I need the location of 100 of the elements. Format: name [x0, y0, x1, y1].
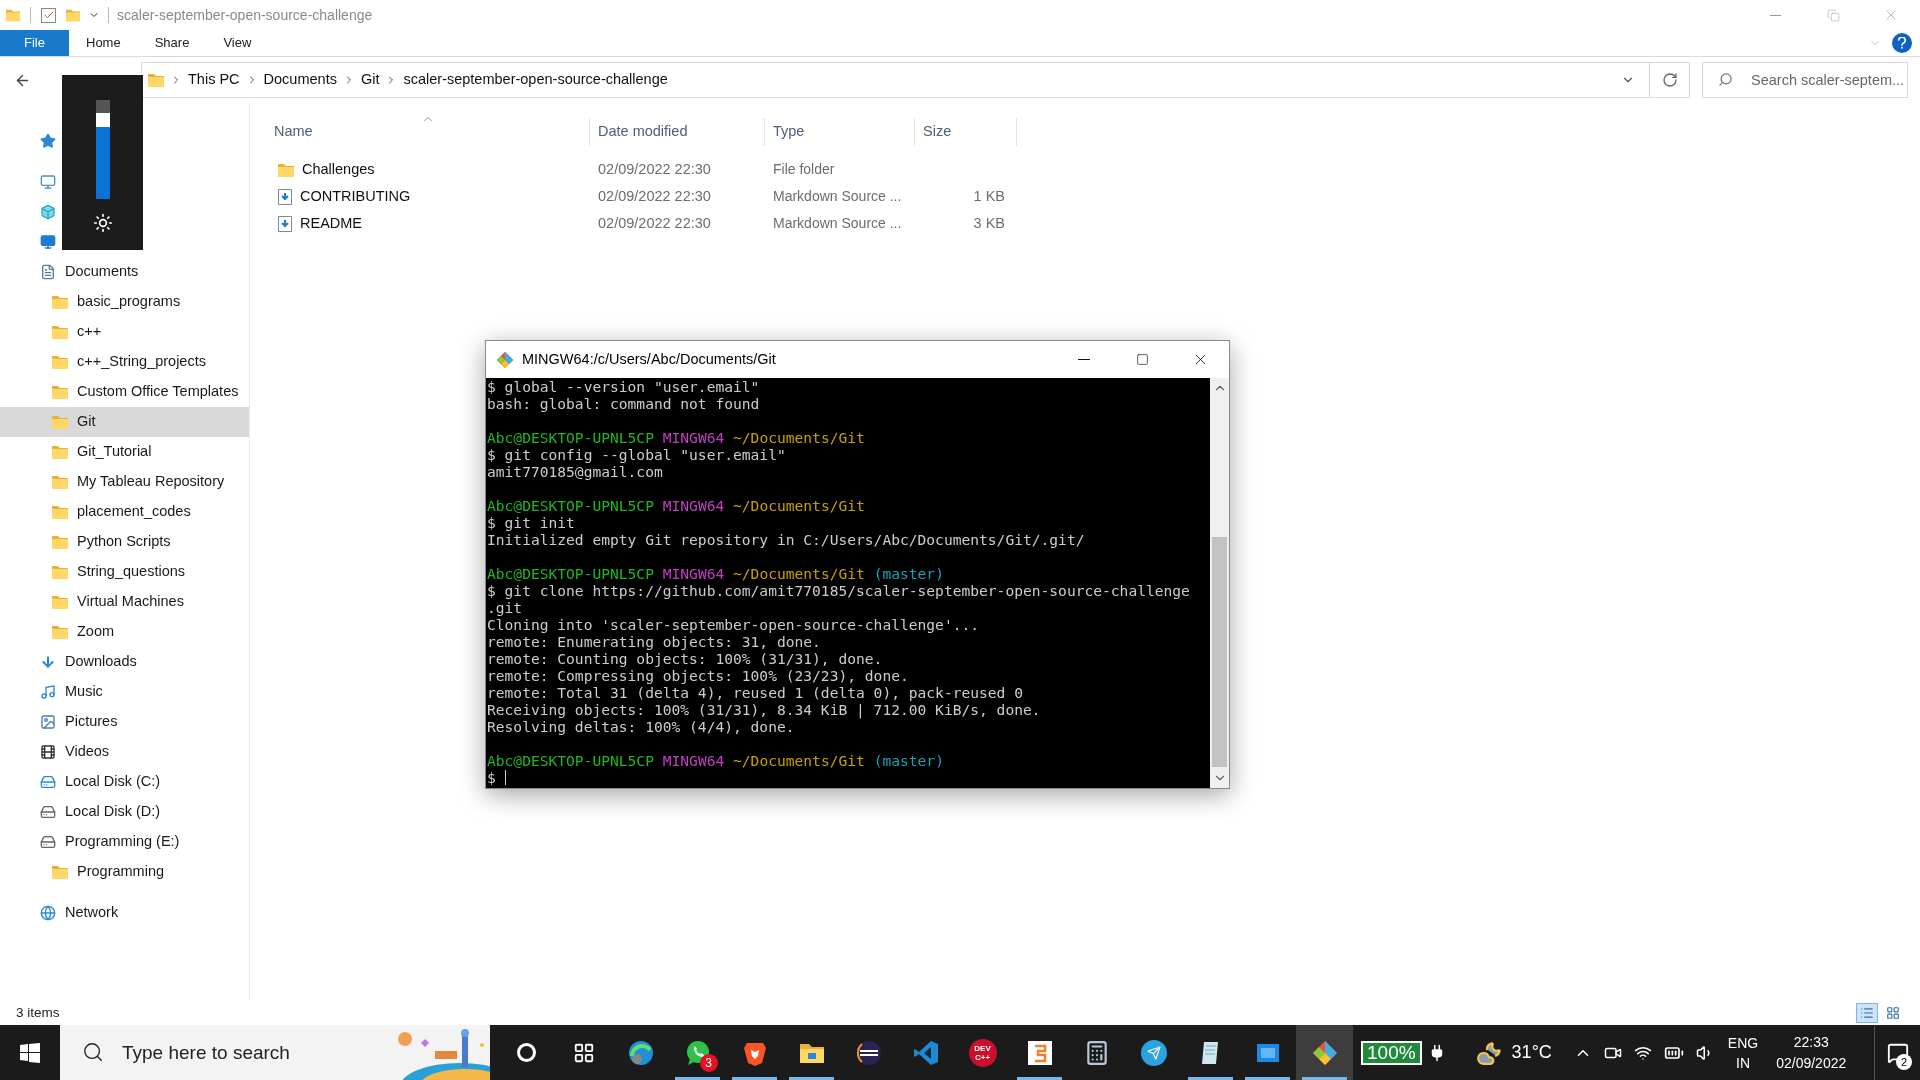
notifications-icon[interactable]	[1886, 1041, 1909, 1064]
terminal-line: Resolving deltas: 100% (4/4), done.	[487, 718, 795, 735]
window-title: MINGW64:/c/Users/Abc/Documents/Git	[522, 349, 776, 369]
prompt-line: Abc@DESKTOP-UPNL5CP MINGW64 ~/Documents/Git (master)	[487, 752, 944, 769]
folder-icon	[52, 385, 68, 399]
sidebar-item[interactable]: Programming	[0, 857, 249, 887]
ribbon-tab[interactable]: Share	[137, 30, 207, 56]
folder-icon	[6, 8, 20, 22]
star-icon	[40, 133, 56, 149]
taskbar-search-field[interactable]: Type here to search	[60, 1025, 490, 1080]
prompt-symbol: $	[487, 769, 496, 786]
sidebar-item[interactable]: placement_codes	[0, 497, 249, 527]
notification-count: 2	[1896, 1054, 1912, 1070]
browser-icon	[627, 1039, 654, 1066]
terminal-line: Initialized empty Git repository in C:/Users/Abc/Documents/Git/.git/	[487, 531, 1085, 548]
picture-icon	[40, 714, 56, 730]
date-cell: 02/09/2022 22:30	[598, 160, 711, 177]
sidebar-item[interactable]: Git	[0, 407, 249, 437]
window-title: scaler-september-open-source-challenge	[117, 5, 373, 25]
sidebar-item[interactable]: Local Disk (C:)	[0, 767, 249, 797]
terminal-line: $ git config --global "user.email"	[487, 446, 786, 463]
weather-icon[interactable]	[1475, 1039, 1502, 1066]
help-icon[interactable]	[1892, 33, 1912, 53]
size-cell-text: 1 KB	[973, 186, 1005, 206]
folder-icon	[52, 505, 68, 519]
breadcrumb-item[interactable]: Git	[360, 69, 380, 91]
type-cell: Markdown Source ...	[773, 187, 902, 204]
sidebar-item[interactable]: Music	[0, 677, 249, 707]
diamond-logo-icon	[1311, 1039, 1338, 1066]
language-indicator[interactable]: ENG IN	[1727, 1025, 1759, 1080]
properties-icon[interactable]	[41, 7, 56, 23]
sidebar-item[interactable]: c++_String_projects	[0, 347, 249, 377]
folder-icon	[52, 355, 68, 369]
date-cell: 02/09/2022 22:30	[598, 214, 711, 231]
task-view-icon	[572, 1041, 595, 1064]
type-cell: Markdown Source ...	[773, 214, 902, 231]
diamond-logo-icon	[496, 350, 514, 369]
text-cursor	[504, 770, 506, 785]
file-row[interactable]: CONTRIBUTING 02/09/2022 22:30 Markdown Source ... 1 KB	[266, 183, 1017, 210]
folder-icon	[52, 445, 68, 459]
sidebar-item[interactable]: Network	[0, 898, 249, 928]
brightness-slider[interactable]	[95, 100, 110, 199]
breadcrumb-item[interactable]: scaler-september-open-source-challenge	[403, 69, 668, 91]
sidebar-item[interactable]: My Tableau Repository	[0, 467, 249, 497]
drive-icon	[40, 804, 56, 820]
ribbon-tab[interactable]: File	[0, 30, 69, 56]
file-name: CONTRIBUTING	[300, 186, 411, 206]
cube-icon	[40, 204, 56, 220]
ribbon-tab[interactable]: View	[206, 30, 269, 56]
terminal-line: $ global --version "user.email"	[487, 378, 760, 395]
folder-icon	[278, 162, 294, 177]
app-logo: DEV C++	[968, 1038, 997, 1067]
sidebar-item[interactable]: Python Scripts	[0, 527, 249, 557]
folder-icon	[52, 865, 68, 879]
size-cell-text: 3 KB	[973, 213, 1005, 233]
sidebar-item[interactable]: basic_programs	[0, 287, 249, 317]
editor-icon	[1026, 1039, 1053, 1066]
file-row[interactable]: README 02/09/2022 22:30 Markdown Source ... 3 KB	[266, 210, 1017, 237]
temperature[interactable]: 31°C	[1511, 1039, 1552, 1066]
search-field[interactable]: Search scaler-septem...	[1702, 62, 1908, 98]
brightness-icon	[92, 213, 113, 233]
terminal-line: bash: global: command not found	[487, 395, 760, 412]
ribbon-tab[interactable]: Home	[69, 30, 138, 56]
address-bar[interactable]: This PC Documents Git scaler-september-open-source-challenge	[141, 62, 1690, 98]
folder-icon	[52, 475, 68, 489]
drive-icon	[40, 834, 56, 850]
sidebar-item[interactable]: Custom Office Templates	[0, 377, 249, 407]
file-name: Challenges	[302, 159, 375, 179]
scrollbar-thumb[interactable]	[1212, 537, 1227, 767]
sidebar-item[interactable]: Videos	[0, 737, 249, 767]
refresh-icon[interactable]	[1661, 72, 1678, 88]
sidebar-item[interactable]: String_questions	[0, 557, 249, 587]
sidebar-item[interactable]: Local Disk (D:)	[0, 797, 249, 827]
file-icon	[278, 188, 292, 205]
file-icon	[278, 215, 292, 232]
sidebar-item[interactable]: Git_Tutorial	[0, 437, 249, 467]
minimize-icon	[1769, 14, 1781, 16]
taskbar-app-button[interactable]: DEV C++	[954, 1025, 1011, 1080]
column-header[interactable]: Name	[266, 118, 590, 146]
sidebar-item[interactable]: Virtual Machines	[0, 587, 249, 617]
breadcrumb-item[interactable]: Documents	[263, 69, 337, 91]
sidebar-item[interactable]: c++	[0, 317, 249, 347]
taskbar-app-button[interactable]: 3	[669, 1025, 726, 1080]
sidebar-item[interactable]: Downloads	[0, 647, 249, 677]
terminal-line: remote: Total 31 (delta 4), reused 1 (delta 0), pack-reused 0	[487, 684, 1023, 701]
column-header[interactable]: Type	[765, 118, 915, 146]
sidebar-item[interactable]: Programming (E:)	[0, 827, 249, 857]
clock[interactable]: 22:33 02/09/2022	[1776, 1025, 1847, 1080]
details-view-icon[interactable]	[1856, 1003, 1878, 1023]
folder-icon	[52, 535, 68, 549]
file-row[interactable]: Challenges 02/09/2022 22:30 File folder	[266, 156, 1017, 183]
sidebar-item[interactable]: Documents	[0, 257, 249, 287]
terminal-line: Cloning into 'scaler-september-open-source-challenge'...	[487, 616, 980, 633]
download-icon	[40, 654, 56, 670]
sidebar-item[interactable]: Pictures	[0, 707, 249, 737]
terminal-line: .git	[487, 599, 523, 616]
breadcrumb-item[interactable]: This PC	[188, 69, 240, 91]
column-header[interactable]: Size	[915, 118, 1017, 146]
sidebar-item[interactable]: Zoom	[0, 617, 249, 647]
column-header[interactable]: Date modified	[590, 118, 765, 146]
